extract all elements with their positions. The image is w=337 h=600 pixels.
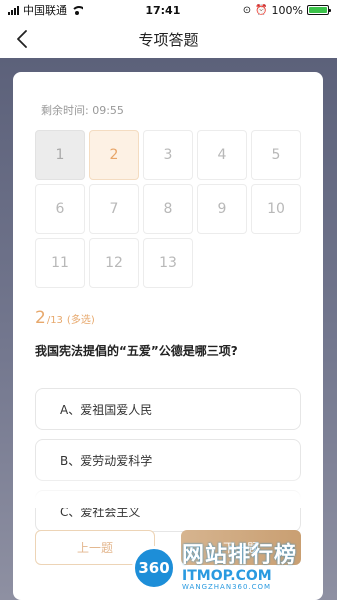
- watermark: 360 网站排行榜 ITMOP.COM WANGZHAN360.COM: [132, 540, 337, 596]
- answer-sheet-cell[interactable]: 13: [143, 238, 193, 288]
- answer-sheet-cell[interactable]: 7: [89, 184, 139, 234]
- question-text: 我国宪法提倡的“五爱”公德是哪三项?: [35, 344, 238, 358]
- nav-bar: 专项答题: [0, 20, 337, 58]
- answer-sheet-cell[interactable]: 3: [143, 130, 193, 180]
- watermark-text: 网站排行榜 ITMOP.COM WANGZHAN360.COM: [182, 545, 297, 591]
- back-button[interactable]: [10, 26, 34, 52]
- option-label: A、爱祖国爱人民: [60, 402, 153, 417]
- carrier-label: 中国联通: [23, 4, 67, 17]
- answer-sheet-cell[interactable]: 2: [89, 130, 139, 180]
- answer-sheet-cell[interactable]: 5: [251, 130, 301, 180]
- option-label: B、爱劳动爱科学: [60, 453, 153, 468]
- question-type-badge: (多选): [66, 315, 95, 326]
- answer-sheet-cell[interactable]: 1: [35, 130, 85, 180]
- scroll-fade: [13, 472, 323, 508]
- status-right: ⊙ ⏰ 100%: [242, 3, 331, 17]
- status-left: 中国联通: [8, 2, 83, 18]
- answer-sheet-cell[interactable]: 4: [197, 130, 247, 180]
- watermark-pinyin: WANGZHAN360.COM: [182, 583, 272, 591]
- question-number: 2 /13 (多选): [35, 308, 95, 328]
- battery-icon: [307, 5, 331, 15]
- status-bar: 中国联通 17:41 ⊙ ⏰ 100%: [0, 0, 337, 20]
- watermark-title: 网站排行榜: [182, 543, 298, 568]
- answer-sheet-cell[interactable]: 12: [89, 238, 139, 288]
- option-a[interactable]: A、爱祖国爱人民: [35, 388, 301, 430]
- question-current-number: 2: [35, 308, 46, 328]
- answer-sheet-cell[interactable]: 8: [143, 184, 193, 234]
- alarm-icon: ⏰: [255, 4, 268, 16]
- answer-sheet-cell[interactable]: 6: [35, 184, 85, 234]
- answer-sheet-cell[interactable]: 9: [197, 184, 247, 234]
- countdown-timer: 剩余时间: 09:55: [41, 104, 124, 117]
- signal-icon: [8, 5, 19, 15]
- question-total-count: /13: [46, 315, 63, 326]
- battery-percent: 100%: [271, 3, 303, 17]
- answer-sheet-grid: 1 2 3 4 5 6 7 8 9 10 11 12 13: [35, 130, 307, 288]
- answer-sheet-cell[interactable]: 11: [35, 238, 85, 288]
- status-time: 17:41: [145, 3, 181, 17]
- quiz-card: 剩余时间: 09:55 1 2 3 4 5 6 7 8 9 10 11 12 13 2 /13 (多选)…: [13, 72, 323, 600]
- orientation-lock-icon: ⊙: [242, 4, 252, 16]
- watermark-domain: ITMOP.COM: [182, 568, 272, 584]
- watermark-logo: 360: [132, 546, 176, 590]
- wifi-icon: [71, 5, 83, 15]
- answer-sheet-cell[interactable]: 10: [251, 184, 301, 234]
- options-list: A、爱祖国爱人民 B、爱劳动爱科学 C、爱社会主义: [35, 388, 301, 541]
- chevron-left-icon: [17, 30, 27, 48]
- page-title: 专项答题: [138, 30, 199, 49]
